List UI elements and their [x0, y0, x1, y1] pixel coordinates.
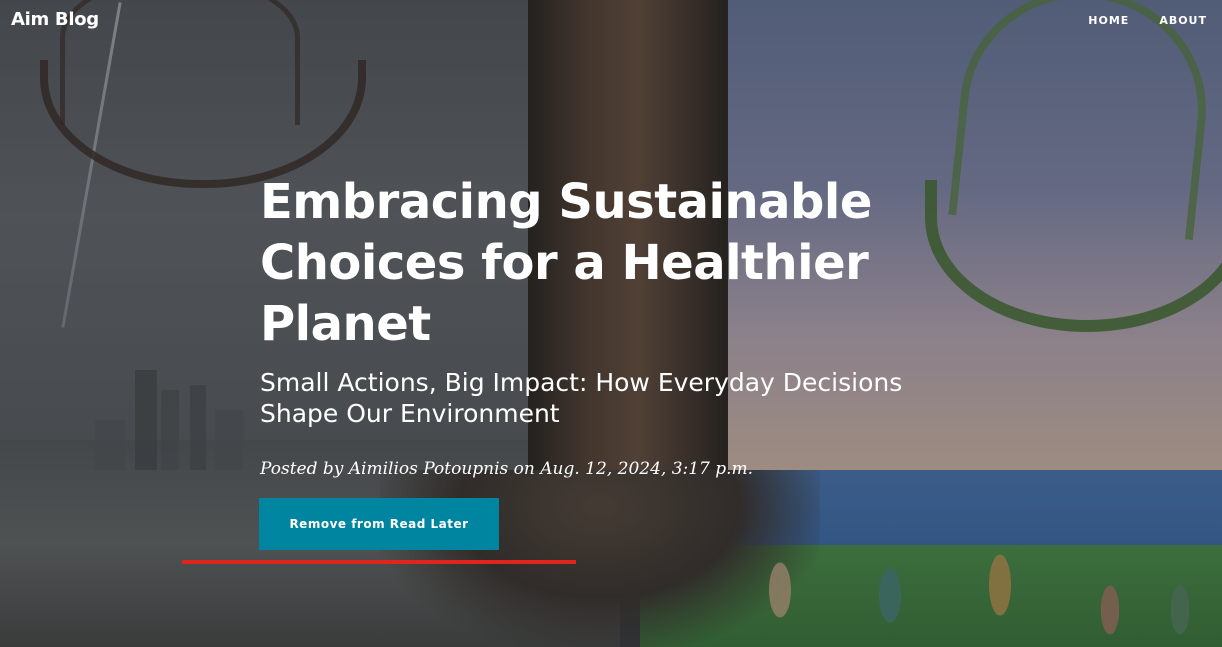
main-nav: HOME ABOUT — [1073, 14, 1222, 27]
brand-link[interactable]: Aim Blog — [11, 9, 99, 30]
highlight-underline — [182, 560, 576, 564]
nav-about[interactable]: ABOUT — [1144, 14, 1222, 27]
post-subtitle: Small Actions, Big Impact: How Everyday … — [260, 368, 903, 428]
nav-home[interactable]: HOME — [1073, 14, 1144, 27]
remove-read-later-button[interactable]: Remove from Read Later — [259, 498, 499, 550]
post-title: Embracing Sustainable Choices for a Heal… — [260, 174, 872, 352]
post-meta: Posted by Aimilios Potoupnis on Aug. 12,… — [260, 459, 754, 479]
post-heading: Embracing Sustainable Choices for a Heal… — [260, 172, 910, 479]
